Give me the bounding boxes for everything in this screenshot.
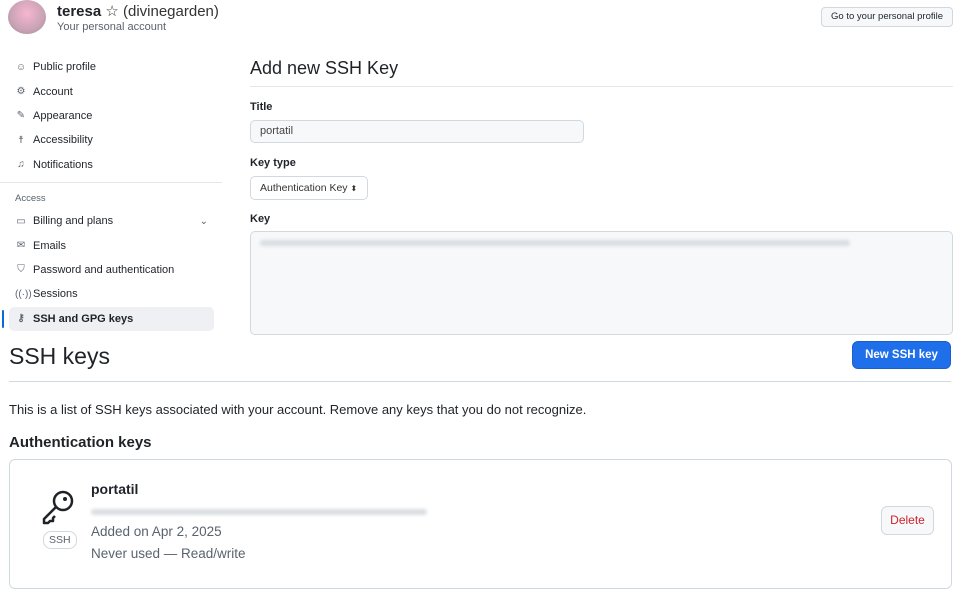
redacted-fingerprint: [91, 509, 427, 515]
sidebar-item-public-profile[interactable]: ☺ Public profile: [0, 55, 222, 79]
redacted-key: [260, 240, 850, 246]
mail-icon: ✉: [16, 240, 26, 252]
paintbrush-icon: ✎: [16, 110, 26, 122]
key-type-select[interactable]: Authentication Key ⬍: [250, 176, 368, 200]
page-title: SSH keys: [9, 343, 110, 369]
avatar[interactable]: [8, 0, 46, 34]
sidebar-item-billing[interactable]: ▭ Billing and plans ⌄: [0, 209, 222, 233]
divider: [9, 381, 951, 382]
label: Emails: [33, 239, 67, 252]
bell-icon: ♫: [17, 159, 25, 171]
key-added-date: Added on Apr 2, 2025: [91, 524, 222, 539]
new-ssh-key-button[interactable]: New SSH key: [852, 341, 951, 369]
description: This is a list of SSH keys associated wi…: [9, 402, 587, 417]
title-label: Title: [250, 101, 273, 113]
key-title: portatil: [91, 481, 139, 497]
label: Account: [33, 85, 73, 98]
title-input[interactable]: portatil: [250, 120, 584, 143]
select-arrows-icon: ⬍: [350, 184, 358, 193]
key-icon: ⚷: [17, 313, 25, 325]
label: Public profile: [33, 61, 96, 74]
shield-icon: ⛉: [17, 264, 25, 276]
sidebar-item-emails[interactable]: ✉ Emails: [0, 233, 222, 257]
divider: [0, 181, 222, 183]
broadcast-icon: ((·)): [15, 288, 32, 300]
user-name: teresa ☆ (divinegarden): [57, 3, 219, 20]
sidebar-item-password[interactable]: ⛉ Password and authentication: [0, 258, 222, 282]
key-icon: [42, 490, 74, 525]
add-ssh-key-heading: Add new SSH Key: [250, 58, 399, 78]
label: Notifications: [33, 158, 93, 171]
sidebar-item-sessions[interactable]: ((·)) Sessions: [0, 282, 222, 306]
section-access: Access: [15, 192, 46, 204]
person-icon: ☺: [15, 61, 27, 73]
key-type-label: Key type: [250, 157, 296, 169]
credit-card-icon: ▭: [16, 215, 26, 227]
label: SSH and GPG keys: [33, 312, 134, 325]
key-usage: Never used — Read/write: [91, 546, 246, 561]
sidebar-item-notifications[interactable]: ♫ Notifications: [0, 153, 222, 177]
sidebar-item-account[interactable]: ⚙ Account: [0, 79, 222, 103]
label: Billing and plans: [33, 215, 114, 228]
key-label: Key: [250, 213, 271, 225]
sidebar-item-accessibility[interactable]: ☨ Accessibility: [0, 128, 222, 152]
key-type-value: Authentication Key: [260, 182, 348, 194]
ssh-badge: SSH: [43, 531, 77, 549]
accessibility-icon: ☨: [18, 134, 24, 146]
chevron-down-icon[interactable]: ⌄: [200, 216, 208, 227]
label: Sessions: [33, 288, 78, 301]
account-subtitle: Your personal account: [57, 21, 167, 33]
settings-sidebar: ☺ Public profile ⚙ Account ✎ Appearance ☨ Ac…: [0, 55, 222, 331]
label: Accessibility: [33, 134, 93, 147]
gear-icon: ⚙: [16, 86, 26, 98]
sidebar-item-ssh-gpg-keys[interactable]: ⚷ SSH and GPG keys: [2, 306, 214, 331]
divider: [250, 86, 953, 87]
label: Appearance: [33, 109, 93, 122]
sidebar-item-appearance[interactable]: ✎ Appearance: [0, 104, 222, 128]
delete-key-button[interactable]: Delete: [881, 506, 934, 535]
go-to-profile-button[interactable]: Go to your personal profile: [821, 7, 953, 27]
key-textarea[interactable]: [250, 231, 953, 335]
label: Password and authentication: [33, 263, 175, 276]
authentication-keys-heading: Authentication keys: [9, 434, 152, 451]
